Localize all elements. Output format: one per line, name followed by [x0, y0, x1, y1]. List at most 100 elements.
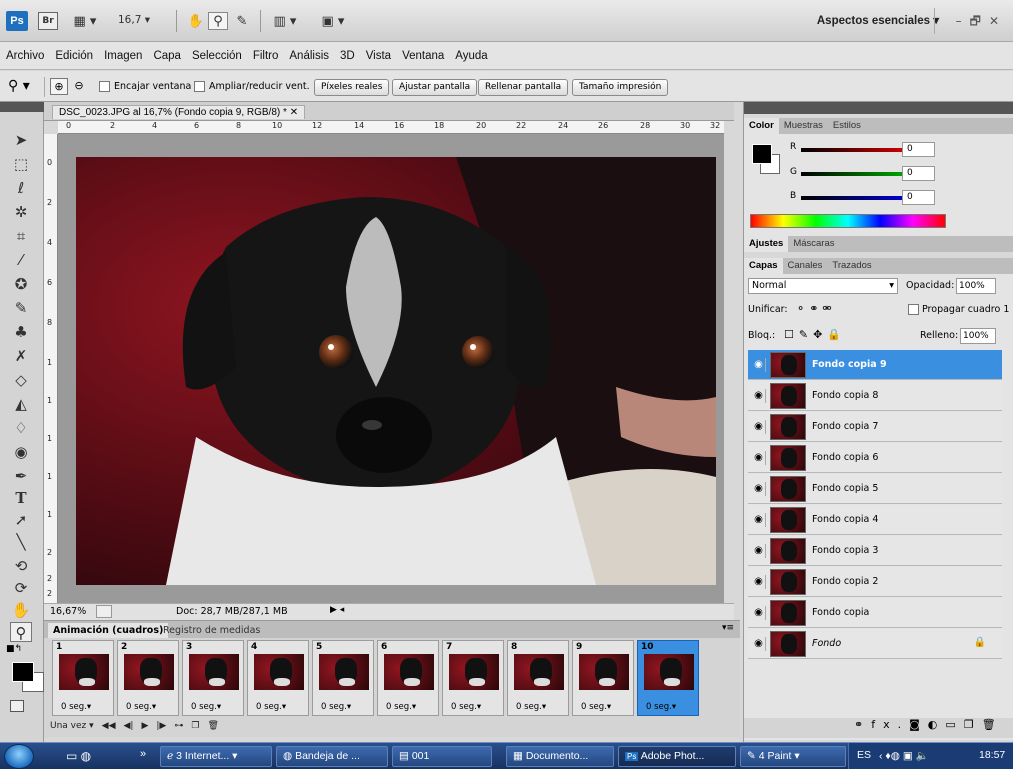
tab-swatches[interactable]: Muestras [779, 118, 828, 134]
foreground-color-swatch[interactable] [12, 662, 34, 682]
animation-frame[interactable]: 3 0 seg.▾ [182, 640, 244, 716]
link-layers-icon[interactable]: ⚭ [854, 718, 871, 731]
unify-icons[interactable]: ⚬⚭⚮ [796, 302, 836, 315]
tab-channels[interactable]: Canales [783, 258, 828, 274]
visibility-eye-icon[interactable]: ◉ [752, 606, 766, 620]
magic-wand-tool-icon[interactable]: ✲ [10, 202, 32, 222]
window-controls[interactable]: –​🗗✕ [956, 12, 1007, 33]
lasso-tool-icon[interactable]: ℓ [10, 178, 32, 198]
frame-delay[interactable]: 0 seg.▾ [386, 702, 416, 712]
next-frame-icon[interactable]: |▶ [156, 721, 166, 731]
delete-layer-icon[interactable]: 🗑 [982, 718, 1004, 731]
close-document-icon[interactable]: ✕ [290, 107, 298, 118]
taskbar-item-folder[interactable]: ▤ 001 [392, 746, 492, 767]
layer-row[interactable]: ◉ Fondo 🔒 [748, 629, 1002, 659]
fit-window-checkbox[interactable] [99, 81, 110, 92]
animation-frame[interactable]: 6 0 seg.▾ [377, 640, 439, 716]
frame-delay[interactable]: 0 seg.▾ [581, 702, 611, 712]
visibility-eye-icon[interactable]: ◉ [752, 513, 766, 527]
frame-delay[interactable]: 0 seg.▾ [646, 702, 676, 712]
animation-frame[interactable]: 1 0 seg.▾ [52, 640, 114, 716]
add-mask-icon[interactable]: ◙ [909, 718, 928, 731]
hand-tool-icon[interactable]: ✋ [186, 12, 206, 30]
first-frame-icon[interactable]: ◀◀ [102, 721, 116, 731]
frame-delay[interactable]: 0 seg.▾ [126, 702, 156, 712]
zoom-level-dropdown[interactable]: 16,7 ▾ [118, 14, 150, 26]
document-tab[interactable]: DSC_0023.JPG al 16,7% (Fondo copia 9, RG… [52, 105, 306, 119]
menu-filtro[interactable]: Filtro [253, 50, 279, 62]
menu-seleccion[interactable]: Selección [192, 50, 242, 62]
layer-row[interactable]: ◉ Fondo copia [748, 598, 1002, 628]
layer-row[interactable]: ◉ Fondo copia 4 [748, 505, 1002, 535]
quick-mask-icon[interactable] [10, 700, 24, 712]
eraser-tool-icon[interactable]: ◇ [10, 370, 32, 390]
animation-frame[interactable]: 9 0 seg.▾ [572, 640, 634, 716]
menu-edicion[interactable]: Edición [55, 50, 93, 62]
menu-ventana[interactable]: Ventana [402, 50, 444, 62]
tab-measurement-log[interactable]: Registro de medidas [158, 623, 265, 638]
fit-screen-button[interactable]: Ajustar pantalla [392, 79, 478, 96]
marquee-tool-icon[interactable]: ⬚ [10, 154, 32, 174]
new-group-icon[interactable]: ▭ [945, 718, 963, 731]
taskbar-item-photoshop[interactable]: Ps Adobe Phot... [618, 746, 736, 767]
blur-tool-icon[interactable]: ♢ [10, 418, 32, 438]
paint-bucket-icon[interactable]: ◭ [10, 394, 32, 414]
tab-layers[interactable]: Capas [744, 258, 783, 274]
blend-mode-select[interactable]: Normal ▾ [748, 278, 898, 294]
type-tool-icon[interactable]: T [10, 488, 32, 508]
duplicate-frame-icon[interactable]: ❐ [191, 721, 199, 731]
visibility-eye-icon[interactable]: ◉ [752, 482, 766, 496]
frame-delay[interactable]: 0 seg.▾ [61, 702, 91, 712]
layer-row[interactable]: ◉ Fondo copia 9 [748, 350, 1002, 380]
frame-delay[interactable]: 0 seg.▾ [256, 702, 286, 712]
visibility-eye-icon[interactable]: ◉ [752, 544, 766, 558]
red-value-input[interactable]: 0 [902, 142, 935, 157]
workspace-switcher[interactable]: Aspectos esenciales ▾ [817, 13, 939, 27]
animation-frame[interactable]: 4 0 seg.▾ [247, 640, 309, 716]
fill-screen-button[interactable]: Rellenar pantalla [478, 79, 569, 96]
zoom-preview-icon[interactable] [96, 605, 112, 618]
visibility-eye-icon[interactable]: ◉ [752, 637, 766, 651]
pen-tool-icon[interactable]: ✒ [10, 466, 32, 486]
layer-row[interactable]: ◉ Fondo copia 2 [748, 567, 1002, 597]
menu-ayuda[interactable]: Ayuda [455, 50, 487, 62]
dog-photo[interactable] [76, 157, 716, 585]
animation-frame[interactable]: 2 0 seg.▾ [117, 640, 179, 716]
menu-3d[interactable]: 3D [340, 50, 355, 62]
animation-frame[interactable]: 10 0 seg.▾ [637, 640, 699, 716]
tab-paths[interactable]: Trazados [827, 258, 876, 274]
frame-delay[interactable]: 0 seg.▾ [321, 702, 351, 712]
3d-rotate-icon[interactable]: ⟲ [10, 556, 32, 576]
frame-delay[interactable]: 0 seg.▾ [516, 702, 546, 712]
animation-frame[interactable]: 8 0 seg.▾ [507, 640, 569, 716]
zoom-tool-icon[interactable]: ⚲ [208, 12, 228, 30]
screen-mode-icon[interactable]: ▣ ▾ [318, 12, 348, 30]
green-value-input[interactable]: 0 [902, 166, 935, 181]
tray-icons[interactable]: ‹ ♦◍ ▣ 🔈 [879, 749, 929, 762]
menu-imagen[interactable]: Imagen [104, 50, 142, 62]
visibility-eye-icon[interactable]: ◉ [752, 575, 766, 589]
tab-animation-frames[interactable]: Animación (cuadros) [48, 623, 169, 638]
opacity-input[interactable]: 100% [956, 278, 996, 294]
zoom-in-icon[interactable]: ⊕ [50, 78, 68, 95]
taskbar-item-paint[interactable]: ✎ 4 Paint ▾ [740, 746, 846, 767]
move-tool-icon[interactable]: ➤ [10, 130, 32, 150]
resize-window-checkbox[interactable] [194, 81, 205, 92]
add-style-button[interactable]: fx. [871, 718, 909, 731]
bridge-button[interactable]: Br [38, 12, 58, 30]
language-indicator[interactable]: ES [857, 749, 871, 761]
hand-tool-icon[interactable]: ✋ [10, 600, 32, 620]
tool-preset-icon[interactable]: ⚲ ▾ [8, 78, 30, 94]
tab-styles[interactable]: Estilos [828, 118, 866, 134]
loop-select[interactable]: Una vez ▾ [50, 721, 94, 731]
tween-icon[interactable]: ⊶ [174, 721, 183, 731]
clone-stamp-icon[interactable]: ♣ [10, 322, 32, 342]
tab-color[interactable]: Color [744, 118, 779, 134]
start-button[interactable] [4, 744, 34, 769]
visibility-eye-icon[interactable]: ◉ [752, 389, 766, 403]
rotate-view-icon[interactable]: ✎ [232, 12, 252, 30]
color-spectrum[interactable] [750, 214, 946, 228]
lock-icons[interactable]: ☐✎✥🔒 [784, 328, 846, 341]
delete-frame-icon[interactable]: 🗑 [207, 721, 218, 731]
dock-header[interactable] [744, 102, 1013, 114]
